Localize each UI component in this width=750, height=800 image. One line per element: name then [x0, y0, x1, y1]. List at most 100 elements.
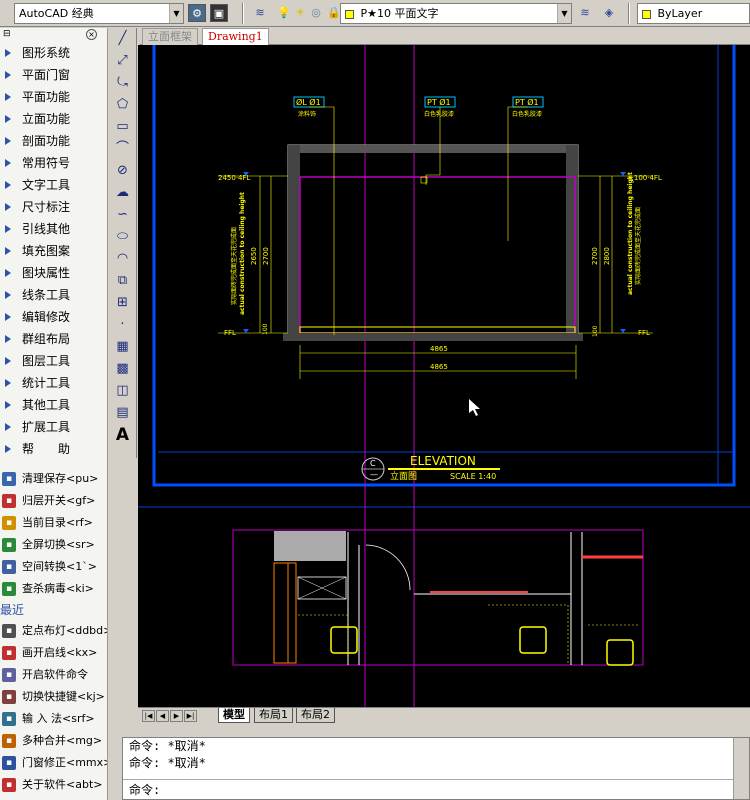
category-menu-item[interactable]: 扩展工具 — [0, 416, 107, 438]
category-menu-item[interactable]: 统计工具 — [0, 372, 107, 394]
color-dropdown[interactable]: ByLayer — [637, 3, 750, 24]
ellipse-arc-icon[interactable]: ◠ — [109, 248, 136, 270]
svg-text:白色乳胶漆: 白色乳胶漆 — [512, 110, 542, 118]
table-icon[interactable]: ▤ — [109, 402, 136, 424]
svg-text:C: C — [370, 459, 376, 468]
command-icon: ▪ — [2, 582, 16, 596]
gradient-icon[interactable]: ▩ — [109, 358, 136, 380]
item-label: 立面功能 — [22, 112, 71, 126]
workspace-settings-icon[interactable]: ⚙ — [188, 4, 206, 22]
item-label: 剖面功能 — [22, 134, 71, 148]
tool-shortcut-item[interactable]: ▪ 当前目录<rf> — [0, 512, 107, 534]
workspace-dropdown[interactable]: AutoCAD 经典 ▼ — [14, 3, 184, 24]
category-menu-item[interactable]: 其他工具 — [0, 394, 107, 416]
item-label: 归层开关<gf> — [22, 494, 96, 507]
make-current-layer-icon[interactable]: ≋ — [576, 4, 594, 22]
recent-command-item[interactable]: ▪ 定点布灯<ddbd> — [0, 620, 107, 642]
svg-text:100: 100 — [262, 323, 269, 335]
hatch-icon[interactable]: ▦ — [109, 336, 136, 358]
layer-previous-icon[interactable]: ◈ — [600, 4, 618, 22]
item-label: 输 入 法<srf> — [22, 712, 95, 725]
layer-viewport-icon[interactable]: ◎ — [307, 4, 325, 22]
last-tab-icon[interactable]: ▶| — [184, 710, 197, 722]
category-menu-item[interactable]: 尺寸标注 — [0, 196, 107, 218]
command-icon: ▪ — [2, 624, 16, 638]
next-tab-icon[interactable]: ▶ — [170, 710, 183, 722]
recent-command-item[interactable]: ▪ 多种合并<mg> — [0, 730, 107, 752]
region-icon[interactable]: ◫ — [109, 380, 136, 402]
drawing-canvas[interactable]: ØL Ø1 涂料饰 PT Ø1 白色乳胶漆 PT Ø1 白色乳胶漆 2450·4… — [138, 45, 750, 707]
item-label: 全屏切换<sr> — [22, 538, 95, 551]
tab-layout1[interactable]: 布局1 — [254, 708, 293, 723]
tool-shortcut-item[interactable]: ▪ 查杀病毒<ki> — [0, 578, 107, 600]
command-history-line: 命令: *取消* — [129, 739, 206, 753]
expand-triangle-icon — [5, 379, 11, 387]
wall-outline — [287, 144, 579, 338]
svg-text:ØL Ø1: ØL Ø1 — [296, 97, 321, 107]
command-input[interactable]: 命令: — [123, 779, 749, 799]
tool-shortcut-item[interactable]: ▪ 全屏切换<sr> — [0, 534, 107, 556]
recent-command-item[interactable]: ▪ 关于软件<abt> — [0, 774, 107, 796]
recent-command-item[interactable]: ▪ 输 入 法<srf> — [0, 708, 107, 730]
category-menu-item[interactable]: 文字工具 — [0, 174, 107, 196]
arc-icon[interactable]: ⌒ — [109, 138, 136, 160]
polyline-icon[interactable]: ⤿ — [109, 72, 136, 94]
category-menu-item[interactable]: 帮 助 — [0, 438, 107, 460]
ellipse-icon[interactable]: ⬭ — [109, 226, 136, 248]
svg-text:立面图: 立面图 — [390, 470, 417, 482]
layer-dropdown[interactable]: P★10 平面文字 ▼ — [340, 3, 572, 24]
category-menu-item[interactable]: 平面功能 — [0, 86, 107, 108]
recent-command-item[interactable]: ▪ 切换快捷键<kj> — [0, 686, 107, 708]
polygon-icon[interactable]: ⬠ — [109, 94, 136, 116]
revcloud-icon[interactable]: ☁ — [109, 182, 136, 204]
tab-layout2[interactable]: 布局2 — [296, 708, 335, 723]
chevron-down-icon[interactable]: ▼ — [169, 4, 183, 23]
tab-model[interactable]: 模型 — [218, 708, 250, 723]
rectangle-icon[interactable]: ▭ — [109, 116, 136, 138]
category-menu-item[interactable]: 剖面功能 — [0, 130, 107, 152]
category-menu-item[interactable]: 立面功能 — [0, 108, 107, 130]
item-label: 查杀病毒<ki> — [22, 582, 94, 595]
recent-command-item[interactable]: ▪ 门窗修正<mmx> — [0, 752, 107, 774]
category-menu-item[interactable]: 图形系统 — [0, 42, 107, 64]
floor-plan — [232, 529, 644, 666]
tab-elevation-frame[interactable]: 立面框架 — [142, 28, 198, 45]
prev-tab-icon[interactable]: ◀ — [156, 710, 169, 722]
item-label: 扩展工具 — [22, 420, 71, 434]
construction-line-icon[interactable]: ⤢ — [109, 50, 136, 72]
insert-block-icon[interactable]: ⧉ — [109, 270, 136, 292]
tool-shortcut-item[interactable]: ▪ 空间转换<1`> — [0, 556, 107, 578]
point-icon[interactable]: · — [109, 314, 136, 336]
tool-shortcut-item[interactable]: ▪ 清理保存<pu> — [0, 468, 107, 490]
minus-icon[interactable]: ⊟ — [3, 29, 11, 39]
svg-text:实际面砖完成面至天花完成面: 实际面砖完成面至天花完成面 — [230, 227, 238, 305]
layer-manager-icon[interactable]: ≋ — [251, 4, 269, 22]
category-menu-item[interactable]: 引线其他 — [0, 218, 107, 240]
category-menu-item[interactable]: 图块属性 — [0, 262, 107, 284]
recent-command-item[interactable]: ▪ 画开启线<kx> — [0, 642, 107, 664]
first-tab-icon[interactable]: |◀ — [142, 710, 155, 722]
category-menu-item[interactable]: 平面门窗 — [0, 64, 107, 86]
tool-shortcut-item[interactable]: ▪ 归层开关<gf> — [0, 490, 107, 512]
command-icon: ▪ — [2, 778, 16, 792]
category-menu-item[interactable]: 图层工具 — [0, 350, 107, 372]
make-block-icon[interactable]: ⊞ — [109, 292, 136, 314]
svg-text:4865: 4865 — [430, 363, 448, 371]
category-menu-item[interactable]: 填充图案 — [0, 240, 107, 262]
category-menu-item[interactable]: 线条工具 — [0, 284, 107, 306]
tab-drawing1[interactable]: Drawing1 — [202, 28, 269, 45]
category-menu-item[interactable]: 群组布局 — [0, 328, 107, 350]
svg-text:涂料饰: 涂料饰 — [298, 110, 316, 118]
multiline-text-icon[interactable]: A — [109, 424, 136, 446]
close-icon[interactable]: × — [86, 29, 97, 40]
chevron-down-icon[interactable]: ▼ — [557, 4, 571, 23]
category-menu-item[interactable]: 常用符号 — [0, 152, 107, 174]
circle-icon[interactable]: ⊘ — [109, 160, 136, 182]
recent-command-item[interactable]: ▪ 开启软件命令 — [0, 664, 107, 686]
line-icon[interactable]: ╱ — [109, 28, 136, 50]
svg-text:ELEVATION: ELEVATION — [410, 454, 476, 468]
command-scrollbar[interactable] — [733, 738, 749, 799]
spline-icon[interactable]: ∽ — [109, 204, 136, 226]
workspace-save-icon[interactable]: ▣ — [210, 4, 228, 22]
category-menu-item[interactable]: 编辑修改 — [0, 306, 107, 328]
